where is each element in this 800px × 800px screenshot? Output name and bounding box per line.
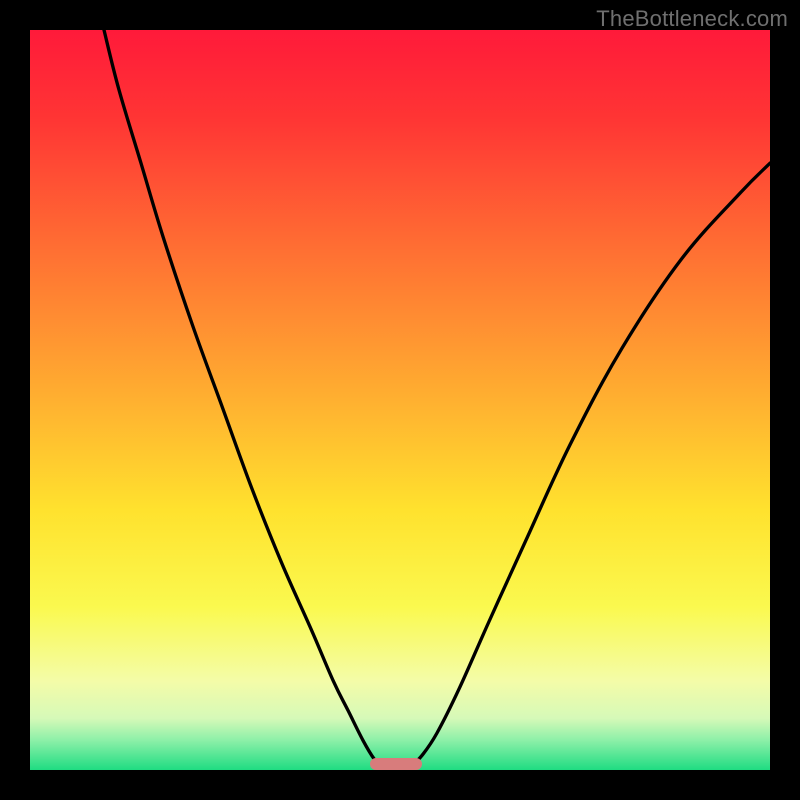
bottleneck-marker	[370, 758, 422, 770]
right-curve	[411, 163, 770, 766]
chart-frame: TheBottleneck.com	[0, 0, 800, 800]
plot-area	[30, 30, 770, 770]
curves-layer	[30, 30, 770, 770]
left-curve	[104, 30, 382, 766]
watermark-text: TheBottleneck.com	[596, 6, 788, 32]
